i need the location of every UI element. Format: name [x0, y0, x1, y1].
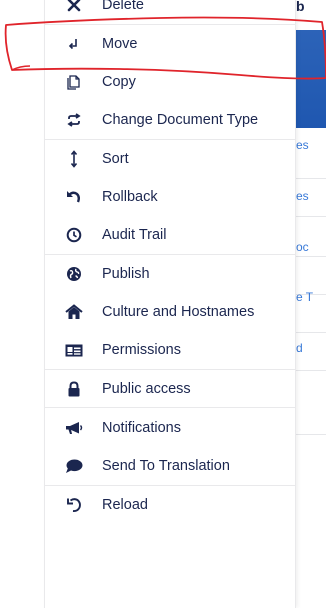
background-divider	[296, 332, 326, 333]
menu-item-move[interactable]: Move	[45, 25, 295, 63]
close-icon	[65, 0, 83, 14]
background-heading-fragment: b	[296, 0, 305, 14]
menu-item-notifications[interactable]: Notifications	[45, 409, 295, 447]
menu-item-copy[interactable]: Copy	[45, 63, 295, 101]
menu-item-label: Publish	[102, 266, 150, 282]
menu-item-label: Permissions	[102, 342, 181, 358]
menu-item-label: Rollback	[102, 189, 158, 205]
background-row-text[interactable]: oc	[296, 240, 309, 254]
menu-item-label: Copy	[102, 74, 136, 90]
background-header-bar	[296, 30, 326, 128]
reload-icon	[65, 496, 83, 514]
menu-item-label: Public access	[102, 381, 191, 397]
menu-divider	[45, 407, 295, 408]
menu-item-label: Culture and Hostnames	[102, 304, 255, 320]
menu-item-audit-trail[interactable]: Audit Trail	[45, 216, 295, 254]
move-arrow-icon	[65, 35, 83, 53]
menu-item-label: Move	[102, 36, 138, 52]
menu-item-label: Audit Trail	[102, 227, 167, 243]
menu-item-label: Change Document Type	[102, 112, 259, 128]
menu-item-publish[interactable]: Publish	[45, 255, 295, 293]
menu-item-label: Send To Translation	[102, 458, 230, 474]
home-icon	[65, 303, 83, 321]
menu-item-label: Sort	[102, 151, 129, 167]
lock-icon	[65, 380, 83, 398]
undo-icon	[65, 188, 83, 206]
speech-bubble-icon	[65, 457, 83, 475]
sort-arrows-icon	[65, 150, 83, 168]
background-row-text[interactable]: d	[296, 341, 303, 355]
globe-icon	[65, 265, 83, 283]
menu-item-send-to-translation[interactable]: Send To Translation	[45, 447, 295, 485]
menu-item-delete[interactable]: Delete	[45, 0, 295, 24]
menu-item-label: Delete	[102, 0, 144, 13]
menu-item-sort[interactable]: Sort	[45, 140, 295, 178]
screenshot-stage: b es es oc e T d Delete Move Copy Change…	[0, 0, 326, 608]
menu-item-change-document-type[interactable]: Change Document Type	[45, 101, 295, 139]
actions-menu: Delete Move Copy Change Document Type So…	[44, 0, 296, 608]
menu-item-reload[interactable]: Reload	[45, 486, 295, 524]
background-row-text[interactable]: e T	[296, 290, 313, 304]
background-divider	[296, 216, 326, 217]
megaphone-icon	[65, 419, 83, 437]
menu-item-rollback[interactable]: Rollback	[45, 178, 295, 216]
background-divider	[296, 256, 326, 257]
background-divider	[296, 178, 326, 179]
swap-icon	[65, 111, 83, 129]
id-card-icon	[65, 341, 83, 359]
copy-icon	[65, 73, 83, 91]
menu-item-label: Reload	[102, 497, 148, 513]
menu-item-public-access[interactable]: Public access	[45, 370, 295, 408]
background-divider	[296, 434, 326, 435]
menu-item-permissions[interactable]: Permissions	[45, 331, 295, 369]
background-row-text[interactable]: es	[296, 138, 309, 152]
clock-icon	[65, 226, 83, 244]
background-divider	[296, 370, 326, 371]
menu-item-label: Notifications	[102, 420, 181, 436]
background-row-text[interactable]: es	[296, 189, 309, 203]
menu-item-culture-and-hostnames[interactable]: Culture and Hostnames	[45, 293, 295, 331]
